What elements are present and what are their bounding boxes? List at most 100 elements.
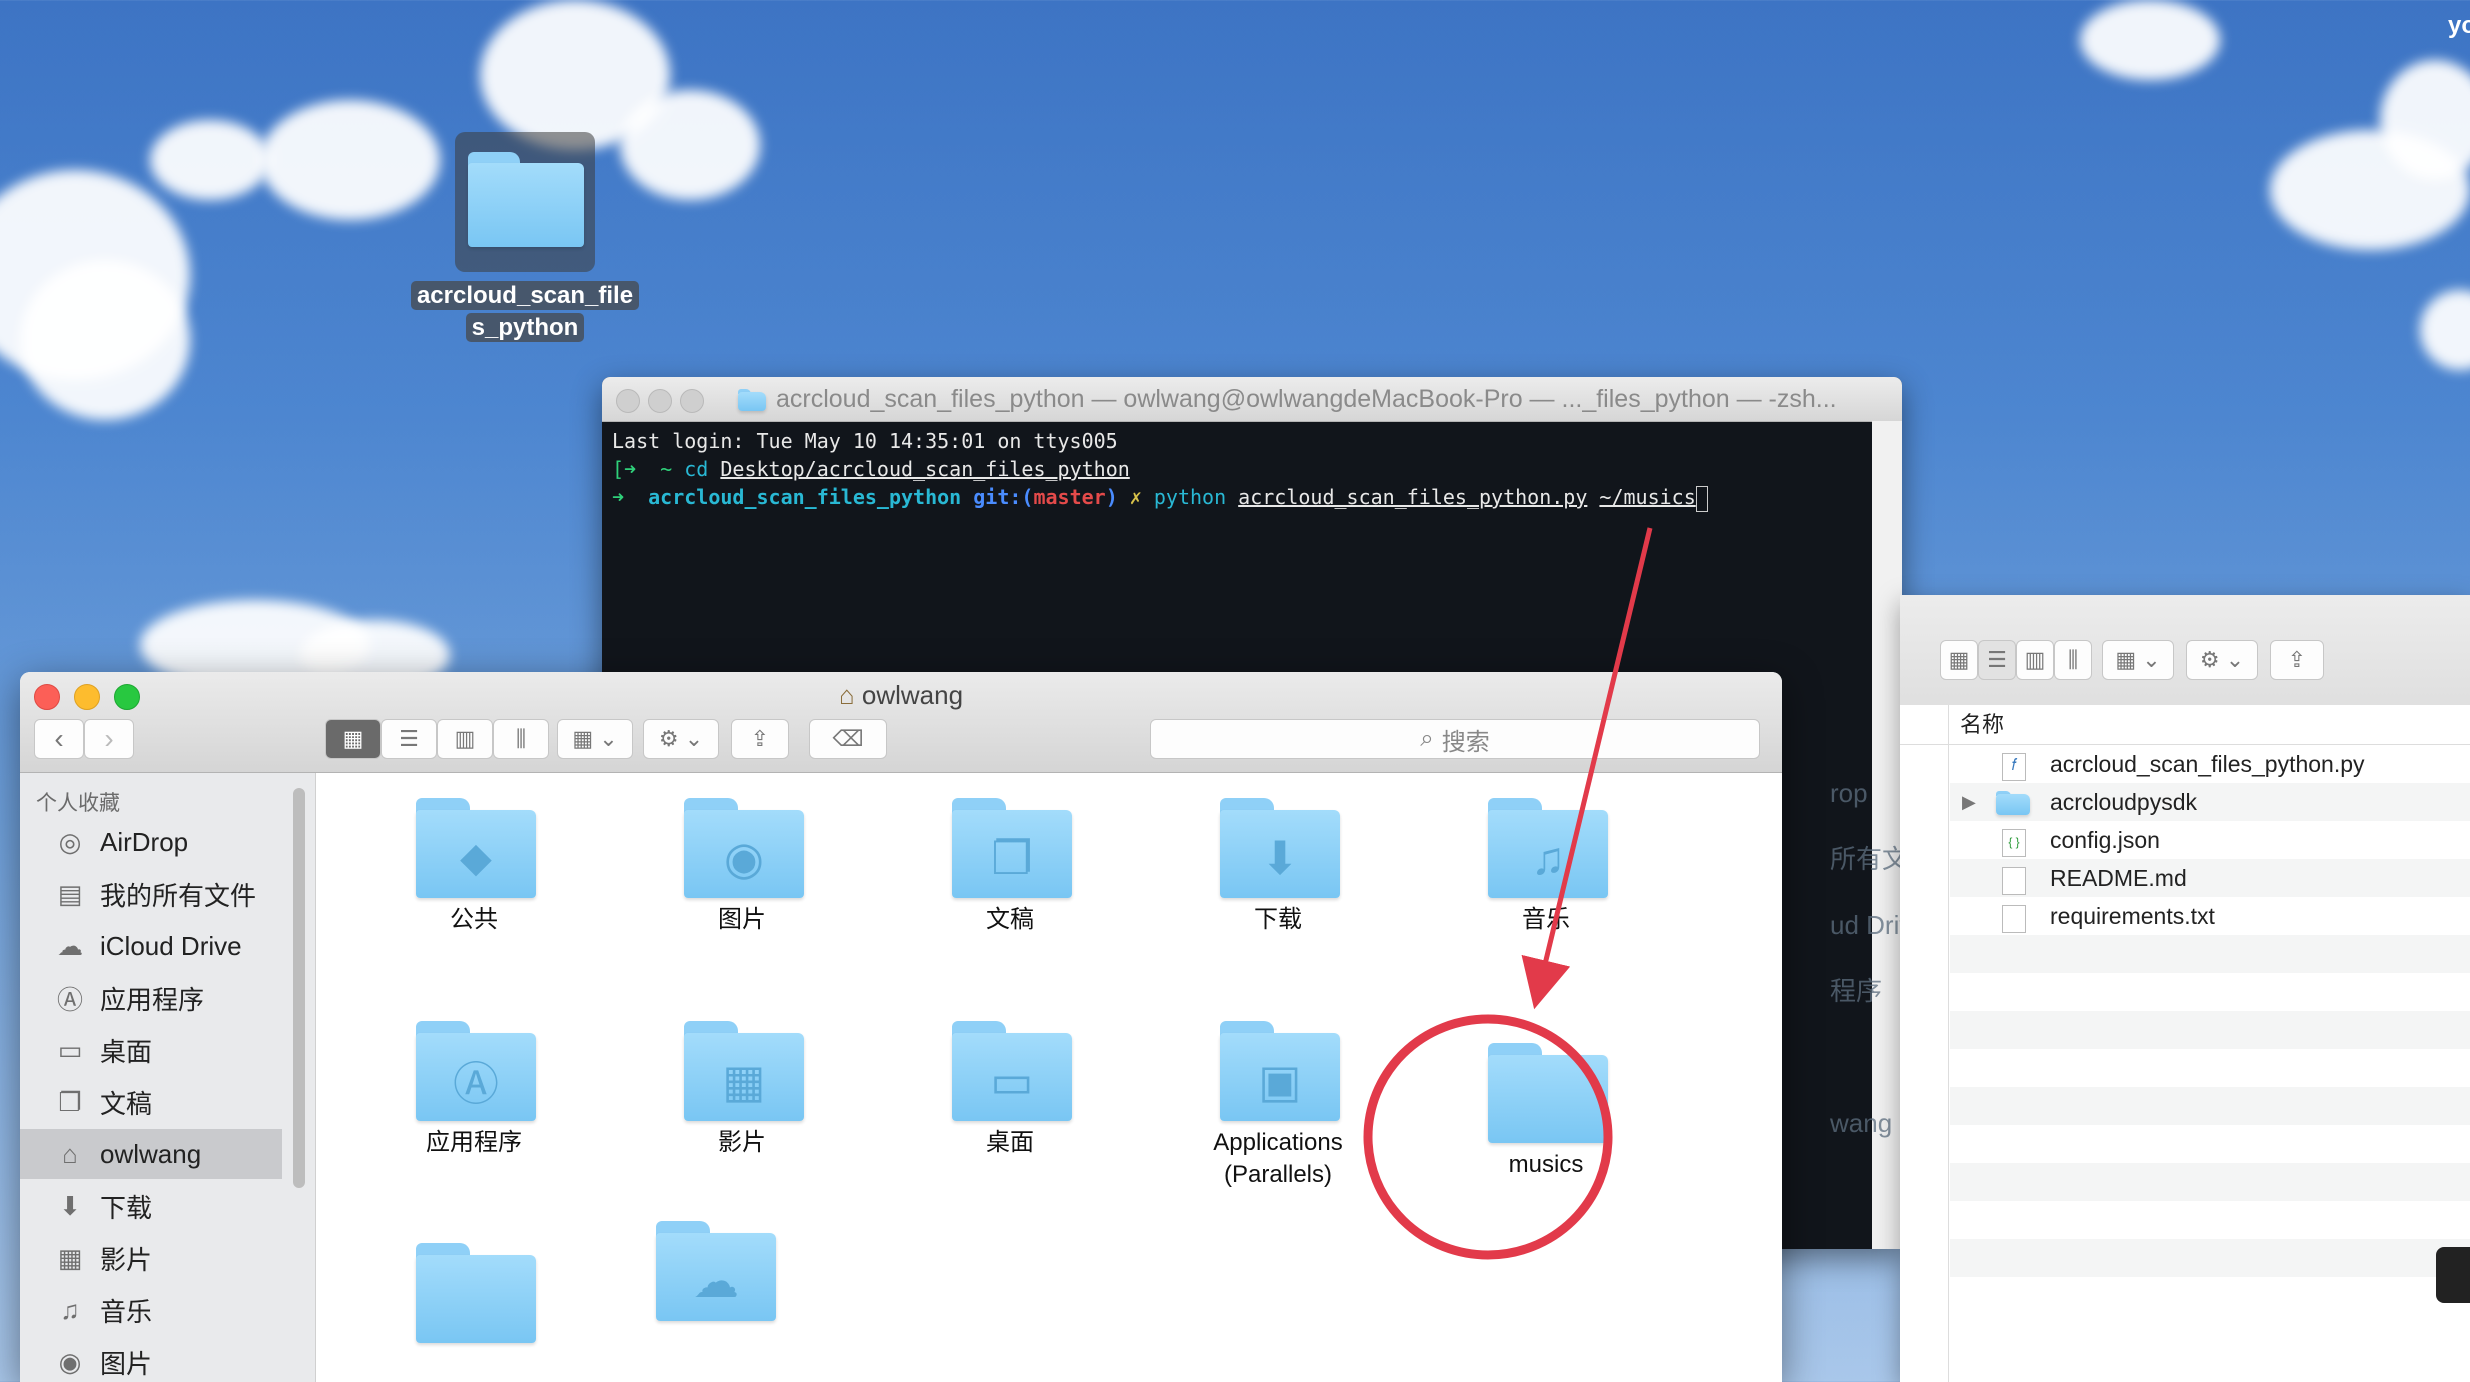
folder-item[interactable] bbox=[344, 1243, 604, 1382]
sidebar-item-airdrop[interactable]: ◎ AirDrop bbox=[20, 817, 282, 867]
sidebar-scrollbar[interactable] bbox=[293, 788, 305, 1188]
list-divider bbox=[1948, 705, 1949, 1382]
applications-icon: Ⓐ bbox=[56, 984, 83, 1015]
terminal-output[interactable]: Last login: Tue May 10 14:35:01 on ttys0… bbox=[612, 427, 1708, 512]
list-view-button[interactable]: ☰ bbox=[1978, 640, 2016, 680]
airdrop-icon: ◎ bbox=[58, 826, 82, 857]
documents-folder-icon: ❐ bbox=[952, 798, 1072, 898]
public-folder-icon: ⬥ bbox=[416, 798, 536, 898]
python-file-icon: 𝑓 bbox=[2002, 753, 2026, 781]
folder-item-musics[interactable]: musics bbox=[1416, 1043, 1676, 1233]
search-field[interactable]: ⌕ 搜索 bbox=[1150, 719, 1760, 759]
share-button[interactable]: ⇪ bbox=[731, 719, 789, 759]
sidebar-item-pictures[interactable]: ◉ 图片 bbox=[20, 1337, 282, 1382]
home-icon: ⌂ bbox=[838, 680, 855, 710]
column-header-name[interactable]: 名称 bbox=[1900, 705, 2470, 745]
sidebar-item-icloud[interactable]: ☁ iCloud Drive bbox=[20, 921, 282, 971]
sidebar-item-documents[interactable]: ❐ 文稿 bbox=[20, 1077, 282, 1127]
sidebar-item-home[interactable]: ⌂ owlwang bbox=[20, 1129, 282, 1179]
back-button[interactable]: ‹ bbox=[34, 719, 84, 759]
desktop-folder-icon: ▭ bbox=[952, 1021, 1072, 1121]
share-button[interactable]: ⇪ bbox=[2270, 640, 2324, 680]
arrange-button[interactable]: ▦ ⌄ bbox=[2102, 640, 2174, 680]
list-item[interactable]: { } config.json bbox=[1950, 821, 2470, 859]
downloads-folder-icon: ⬇ bbox=[1220, 798, 1340, 898]
music-icon: ♫ bbox=[60, 1294, 80, 1325]
all-files-icon: ▤ bbox=[57, 878, 83, 909]
folder-item-movies[interactable]: ▦ 影片 bbox=[612, 1021, 872, 1211]
corner-text: yo bbox=[2448, 12, 2470, 39]
action-gear-button[interactable]: ⚙ ⌄ bbox=[643, 719, 719, 759]
cloud bbox=[2420, 290, 2470, 370]
terminal-title: acrcloud_scan_files_python — owlwang@owl… bbox=[776, 385, 1837, 413]
folder-icon bbox=[1488, 1043, 1608, 1143]
sidebar-item-all-files[interactable]: ▤ 我的所有文件 bbox=[20, 869, 282, 919]
forward-button[interactable]: › bbox=[84, 719, 134, 759]
folder-item-onedrive[interactable]: ☁ bbox=[584, 1221, 844, 1361]
folder-icon bbox=[468, 152, 584, 247]
finder-window-background[interactable]: ▦ ☰ ▥ ⫼ ▦ ⌄ ⚙ ⌄ ⇪ 名称 𝑓 acrcloud_scan_fil… bbox=[1900, 595, 2470, 1382]
column-view-button[interactable]: ▥ bbox=[2016, 640, 2054, 680]
action-gear-button[interactable]: ⚙ ⌄ bbox=[2186, 640, 2258, 680]
folder-icon bbox=[1996, 791, 2030, 815]
folder-item-parallels-applications[interactable]: ▣ Applications (Parallels) bbox=[1148, 1021, 1408, 1241]
file-grid: ⬥ 公共 ◉ 图片 ❐ 文稿 ⬇ 下载 ♫ 音乐 Ⓐ 应用程序 ▦ 影片 ▭ 桌… bbox=[316, 773, 1782, 1382]
zoom-button[interactable] bbox=[680, 389, 704, 413]
terminal-line: [➜ ~ cd Desktop/acrcloud_scan_files_pyth… bbox=[612, 457, 1130, 481]
music-folder-icon: ♫ bbox=[1488, 798, 1608, 898]
list-view-button[interactable]: ☰ bbox=[381, 719, 437, 759]
documents-icon: ❐ bbox=[58, 1086, 82, 1117]
arrange-button[interactable]: ▦ ⌄ bbox=[557, 719, 633, 759]
folder-item-music[interactable]: ♫ 音乐 bbox=[1416, 798, 1676, 988]
icloud-icon: ☁ bbox=[57, 930, 83, 961]
movies-icon: ▦ bbox=[57, 1242, 83, 1273]
file-list: 𝑓 acrcloud_scan_files_python.py ▶ acrclo… bbox=[1950, 745, 2470, 1315]
cover-flow-button[interactable]: ⫼ bbox=[493, 719, 549, 759]
folder-item-applications[interactable]: Ⓐ 应用程序 bbox=[344, 1021, 604, 1211]
cursor bbox=[1695, 485, 1708, 512]
terminal-titlebar[interactable]: acrcloud_scan_files_python — owlwang@owl… bbox=[602, 377, 1902, 422]
pictures-folder-icon: ◉ bbox=[684, 798, 804, 898]
list-item[interactable]: requirements.txt bbox=[1950, 897, 2470, 935]
pictures-icon: ◉ bbox=[58, 1346, 82, 1377]
disclosure-triangle-icon[interactable]: ▶ bbox=[1962, 783, 1976, 821]
folder-item-desktop[interactable]: ▭ 桌面 bbox=[880, 1021, 1140, 1211]
tag-button[interactable]: ⌫ bbox=[809, 719, 887, 759]
icon-view-button[interactable]: ▦ bbox=[1940, 640, 1978, 680]
downloads-icon: ⬇ bbox=[59, 1190, 81, 1221]
folder-icon bbox=[416, 1243, 536, 1343]
json-file-icon: { } bbox=[2002, 829, 2026, 857]
cover-flow-button[interactable]: ⫼ bbox=[2054, 640, 2092, 680]
sidebar-heading: 个人收藏 bbox=[36, 792, 120, 815]
cloud bbox=[150, 120, 270, 200]
finder-window[interactable]: ⌂ owlwang ‹ › ▦ ☰ ▥ ⫼ ▦ ⌄ ⚙ ⌄ ⇪ ⌫ ⌕ 搜索 个人… bbox=[20, 672, 1782, 1382]
minimize-button[interactable] bbox=[648, 389, 672, 413]
desktop-folder-label: acrcloud_scan_file s_python bbox=[410, 280, 640, 344]
sidebar-item-applications[interactable]: Ⓐ 应用程序 bbox=[20, 973, 282, 1023]
sidebar-item-desktop[interactable]: ▭ 桌面 bbox=[20, 1025, 282, 1075]
sidebar-item-movies[interactable]: ▦ 影片 bbox=[20, 1233, 282, 1283]
desktop-icon: ▭ bbox=[57, 1034, 83, 1065]
parallels-folder-icon: ▣ bbox=[1220, 1021, 1340, 1121]
close-button[interactable] bbox=[616, 389, 640, 413]
cloud bbox=[20, 260, 190, 420]
icon-view-button[interactable]: ▦ bbox=[325, 719, 381, 759]
folder-item-pictures[interactable]: ◉ 图片 bbox=[612, 798, 872, 988]
sidebar-item-music[interactable]: ♫ 音乐 bbox=[20, 1285, 282, 1335]
list-item[interactable]: README.md bbox=[1950, 859, 2470, 897]
search-icon: ⌕ bbox=[1420, 725, 1434, 752]
cloud-folder-icon: ☁ bbox=[656, 1221, 776, 1321]
column-view-button[interactable]: ▥ bbox=[437, 719, 493, 759]
text-file-icon bbox=[2002, 867, 2026, 895]
list-item[interactable]: 𝑓 acrcloud_scan_files_python.py bbox=[1950, 745, 2470, 783]
folder-item-documents[interactable]: ❐ 文稿 bbox=[880, 798, 1140, 988]
sidebar-item-downloads[interactable]: ⬇ 下载 bbox=[20, 1181, 282, 1231]
desktop-folder[interactable]: acrcloud_scan_file s_python bbox=[400, 130, 650, 350]
cloud bbox=[2080, 0, 2220, 80]
home-icon: ⌂ bbox=[62, 1138, 78, 1169]
folder-item-downloads[interactable]: ⬇ 下载 bbox=[1148, 798, 1408, 988]
terminal-line: Last login: Tue May 10 14:35:01 on ttys0… bbox=[612, 429, 1118, 453]
folder-item-public[interactable]: ⬥ 公共 bbox=[344, 798, 604, 988]
list-item[interactable]: ▶ acrcloudpysdk bbox=[1950, 783, 2470, 821]
window-title: ⌂ owlwang bbox=[838, 680, 964, 710]
